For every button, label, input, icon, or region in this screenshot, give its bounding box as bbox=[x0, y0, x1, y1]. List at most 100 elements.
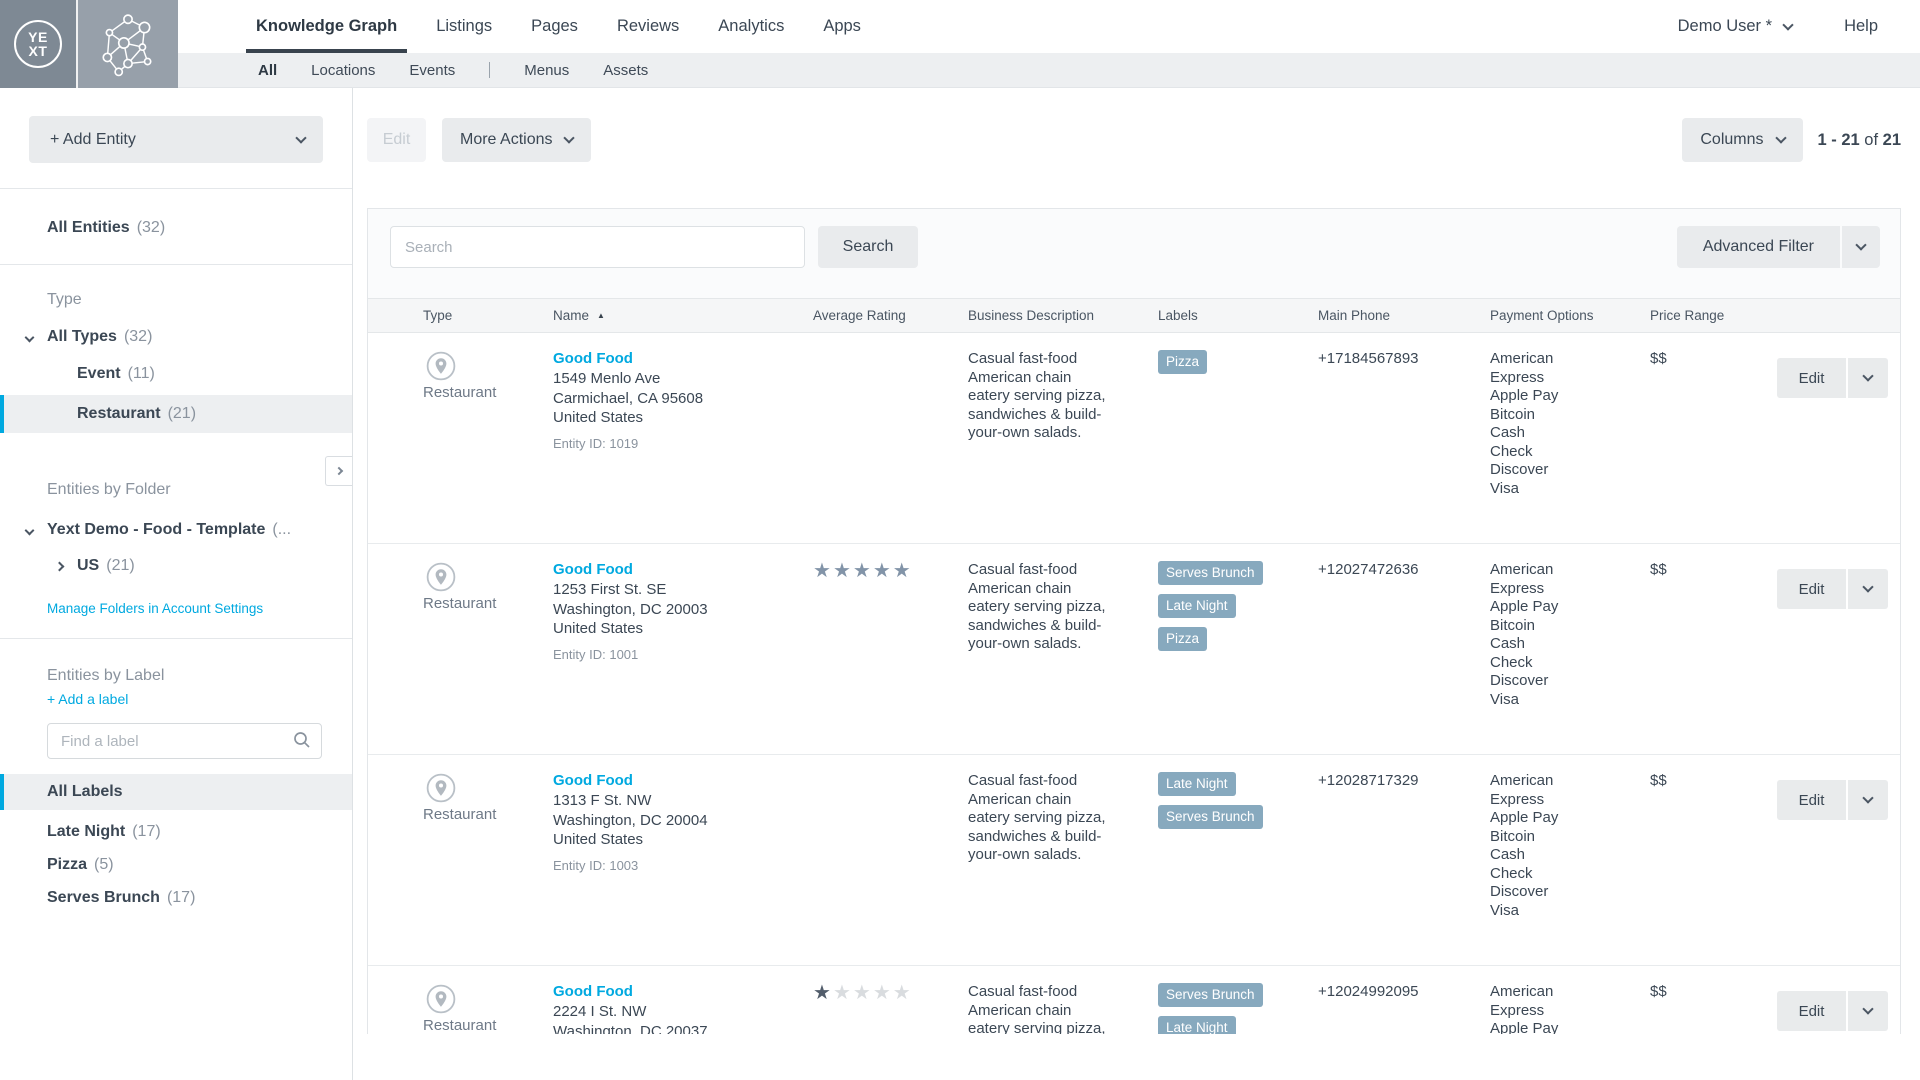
column-header-main-phone[interactable]: Main Phone bbox=[1305, 308, 1477, 323]
payment-options-cell: American ExpressApple PayBitcoinCashChec… bbox=[1477, 561, 1637, 754]
payment-option: Discover bbox=[1490, 883, 1594, 902]
sidebar-item-folder-us[interactable]: US (21) bbox=[0, 555, 352, 577]
sidebar-item-restaurant[interactable]: Restaurant (21) bbox=[0, 395, 352, 433]
star-rating: ★★★★★ bbox=[813, 983, 941, 1003]
star-empty-icon: ★ bbox=[853, 982, 873, 1004]
advanced-filter-dropdown-button[interactable] bbox=[1842, 226, 1880, 268]
subnav-tab-events[interactable]: Events bbox=[409, 62, 455, 79]
label-chip: Serves Brunch bbox=[1158, 805, 1263, 829]
nav-item-pages[interactable]: Pages bbox=[531, 0, 578, 53]
row-edit-button[interactable]: Edit bbox=[1777, 569, 1846, 609]
column-header-labels[interactable]: Labels bbox=[1145, 308, 1305, 323]
add-entity-button[interactable]: + Add Entity bbox=[29, 116, 323, 163]
entity-name-link[interactable]: Good Food bbox=[553, 772, 633, 789]
column-header-average-rating[interactable]: Average Rating bbox=[800, 308, 955, 323]
chevron-down-icon[interactable] bbox=[26, 521, 33, 539]
help-link[interactable]: Help bbox=[1844, 17, 1878, 36]
labels-cell: Late NightServes Brunch bbox=[1145, 772, 1305, 965]
chevron-down-icon bbox=[1862, 792, 1873, 803]
result-range: 1 - 21 of 21 bbox=[1818, 131, 1902, 150]
all-entities-label: All Entities bbox=[47, 219, 130, 237]
sidebar-item-late-night[interactable]: Late Night (17) bbox=[0, 821, 352, 843]
find-label-input[interactable] bbox=[47, 723, 322, 759]
event-label: Event bbox=[77, 365, 121, 383]
row-edit-dropdown-button[interactable] bbox=[1848, 991, 1888, 1031]
entity-name-link[interactable]: Good Food bbox=[553, 350, 633, 367]
sidebar-item-pizza[interactable]: Pizza (5) bbox=[0, 854, 352, 876]
sidebar-item-serves-brunch[interactable]: Serves Brunch (17) bbox=[0, 887, 352, 909]
table-row: RestaurantGood Food2224 I St. NWWashingt… bbox=[368, 966, 1900, 1034]
row-edit-dropdown-button[interactable] bbox=[1848, 569, 1888, 609]
payment-option: Apple Pay bbox=[1490, 809, 1594, 828]
folders-section-title: Entities by Folder bbox=[0, 481, 352, 499]
manage-folders-link[interactable]: Manage Folders in Account Settings bbox=[0, 601, 352, 616]
more-actions-label: More Actions bbox=[460, 131, 552, 149]
sidebar-expand-button[interactable] bbox=[325, 456, 352, 486]
top-navigation: YEXT bbox=[0, 0, 1920, 53]
chevron-down-icon bbox=[1782, 19, 1793, 30]
table-header-row: Type Name▲ Average Rating Business Descr… bbox=[368, 298, 1900, 333]
nav-item-listings[interactable]: Listings bbox=[436, 0, 492, 53]
address-line: 1313 F St. NW bbox=[553, 792, 786, 811]
column-header-name[interactable]: Name▲ bbox=[540, 308, 800, 323]
star-filled-icon: ★ bbox=[853, 560, 873, 582]
entity-name-link[interactable]: Good Food bbox=[553, 983, 633, 1000]
columns-button[interactable]: Columns bbox=[1682, 118, 1802, 162]
payment-options-cell: American ExpressApple Pay bbox=[1477, 983, 1637, 1034]
payment-option: Check bbox=[1490, 443, 1594, 462]
sidebar-item-all-entities[interactable]: All Entities (32) bbox=[0, 209, 352, 246]
business-description-cell: Casual fast-food American chain eatery s… bbox=[955, 983, 1145, 1034]
nav-item-analytics[interactable]: Analytics bbox=[718, 0, 784, 53]
payment-option: Visa bbox=[1490, 691, 1594, 710]
sidebar-item-folder-root[interactable]: Yext Demo - Food - Template (... bbox=[0, 519, 352, 541]
table-row: RestaurantGood Food1549 Menlo AveCarmich… bbox=[368, 333, 1900, 544]
folder-us-label: US bbox=[77, 557, 99, 575]
yext-logo-mark: YEXT bbox=[0, 0, 76, 88]
row-actions: Edit bbox=[1777, 561, 1901, 609]
advanced-filter-button[interactable]: Advanced Filter bbox=[1677, 226, 1840, 268]
entity-id: Entity ID: 1019 bbox=[553, 436, 786, 451]
chevron-right-icon[interactable] bbox=[56, 557, 63, 575]
sidebar-item-all-labels[interactable]: All Labels bbox=[0, 774, 352, 810]
location-pin-icon bbox=[423, 351, 526, 381]
subnav-tab-menus[interactable]: Menus bbox=[524, 62, 569, 79]
sidebar-divider bbox=[0, 188, 352, 189]
user-menu[interactable]: Demo User * bbox=[1678, 17, 1792, 36]
edit-button[interactable]: Edit bbox=[367, 118, 426, 162]
payment-option: Cash bbox=[1490, 846, 1594, 865]
search-button[interactable]: Search bbox=[818, 226, 918, 268]
add-label-link[interactable]: + Add a label bbox=[0, 691, 352, 707]
subnav-tab-locations[interactable]: Locations bbox=[311, 62, 375, 79]
search-input[interactable] bbox=[390, 226, 805, 268]
yext-logo[interactable]: YEXT bbox=[0, 0, 178, 88]
column-header-payment-options[interactable]: Payment Options bbox=[1477, 308, 1637, 323]
column-header-price-range[interactable]: Price Range bbox=[1637, 308, 1764, 323]
row-edit-dropdown-button[interactable] bbox=[1848, 358, 1888, 398]
entity-type: Restaurant bbox=[423, 384, 526, 401]
nav-item-reviews[interactable]: Reviews bbox=[617, 0, 679, 53]
row-edit-button[interactable]: Edit bbox=[1777, 780, 1846, 820]
row-edit-dropdown-button[interactable] bbox=[1848, 780, 1888, 820]
column-header-business-description[interactable]: Business Description bbox=[955, 308, 1145, 323]
nav-item-apps[interactable]: Apps bbox=[823, 0, 861, 53]
table-row: RestaurantGood Food1253 First St. SEWash… bbox=[368, 544, 1900, 755]
nav-item-knowledge-graph[interactable]: Knowledge Graph bbox=[256, 0, 397, 53]
more-actions-button[interactable]: More Actions bbox=[442, 118, 591, 162]
row-select-gutter bbox=[368, 772, 410, 965]
sidebar-item-all-types[interactable]: All Types (32) bbox=[0, 326, 352, 348]
average-rating-cell bbox=[800, 350, 955, 543]
subnav-tab-assets[interactable]: Assets bbox=[603, 62, 648, 79]
entity-name-link[interactable]: Good Food bbox=[553, 561, 633, 578]
sidebar-item-event[interactable]: Event (11) bbox=[0, 363, 352, 385]
chevron-down-icon bbox=[1862, 370, 1873, 381]
subnav-tab-all[interactable]: All bbox=[258, 62, 277, 79]
chevron-down-icon[interactable] bbox=[26, 328, 33, 346]
row-edit-button[interactable]: Edit bbox=[1777, 991, 1846, 1031]
column-header-type[interactable]: Type bbox=[410, 308, 540, 323]
payment-option: Apple Pay bbox=[1490, 1020, 1594, 1034]
late-night-label: Late Night bbox=[47, 823, 125, 841]
price-range: $$ bbox=[1650, 561, 1750, 578]
row-edit-button[interactable]: Edit bbox=[1777, 358, 1846, 398]
payment-options-cell: American ExpressApple PayBitcoinCashChec… bbox=[1477, 350, 1637, 543]
yext-logo-circle: YEXT bbox=[14, 20, 62, 68]
